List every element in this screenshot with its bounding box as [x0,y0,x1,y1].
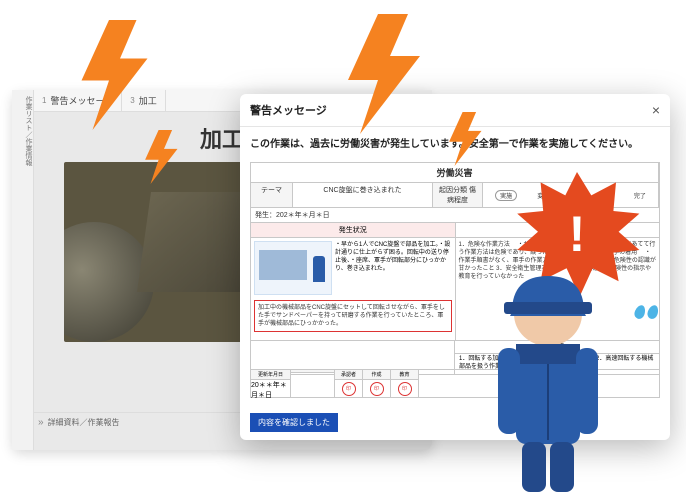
stamp-icon: 印 [398,382,412,396]
situation-highlight-box: 加工中の機械部品をCNC旋盤にセットして回転させながら、軍手をした手でサンドペー… [254,300,452,332]
lightning-icon [60,20,180,130]
confirm-button[interactable]: 内容を確認しました [250,413,338,432]
theme-value: CNC旋盤に巻き込まれた [293,183,433,207]
stamp-icon: 印 [342,382,356,396]
sig-date: 20＊＊年＊月＊日 [251,380,290,400]
sig-label: 教育 [391,370,418,380]
situation-text: ・早から1人でCNC旋盤で部品を加工。・設計通りに仕上がらず困る。回転中の送り停… [335,241,452,295]
modal-title: 警告メッセージ [250,102,327,118]
bg-bottom-label: 詳細資料／作業報告 [48,417,120,428]
sig-label: 承認者 [335,370,362,380]
theme-label: テーマ [251,183,293,207]
sweat-icon [632,305,658,324]
tab-number: 1 [42,96,46,105]
lightning-icon [440,112,496,166]
situation-header: 発生状況 [251,223,455,238]
class-label: 起因分類 傷病程度 [433,183,483,207]
situation-illustration [254,241,332,295]
sig-label: 作成 [363,370,390,380]
lightning-icon [136,130,192,184]
worker-illustration [468,252,628,492]
stamp-icon: 印 [370,382,384,396]
bg-sidebar: 作業リスト／作業情報 [12,90,34,450]
sig-label: 更新年月日 [251,370,290,380]
close-icon[interactable]: × [652,103,660,117]
chevron-icon: » [38,417,44,428]
situation-column: 発生状況 ・早から1人でCNC旋盤で部品を加工。・設計通りに仕上がらず困る。回転… [251,223,456,340]
lightning-icon [320,14,460,134]
